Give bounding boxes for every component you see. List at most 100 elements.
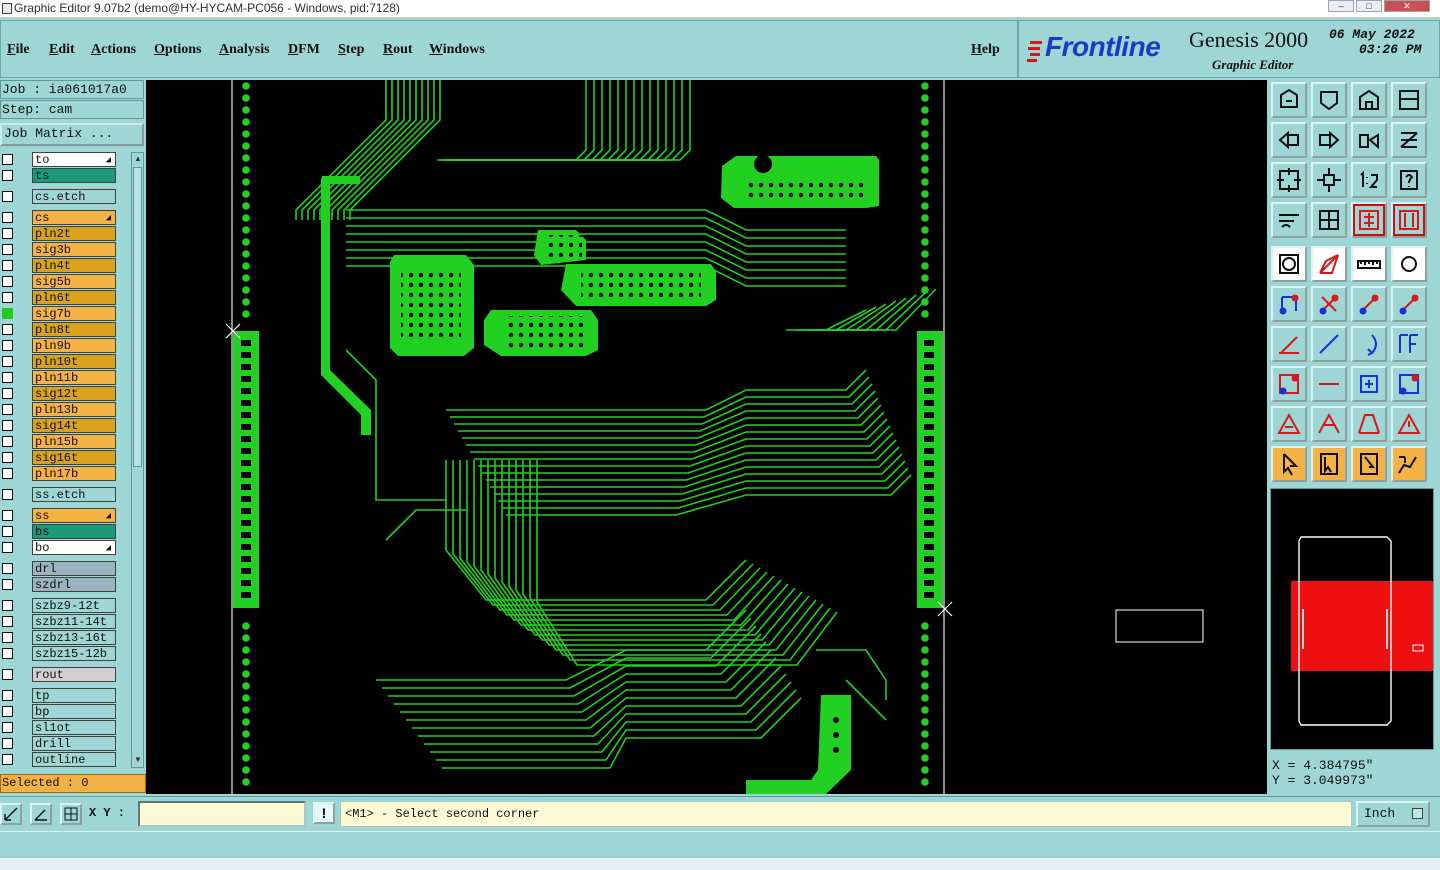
layer-checkbox[interactable]: [2, 542, 13, 553]
layer-checkbox[interactable]: [2, 404, 13, 415]
tri2-button[interactable]: [1311, 406, 1347, 442]
nodes-button[interactable]: [1271, 286, 1307, 322]
overlay-button[interactable]: [1391, 82, 1427, 118]
layer-checkbox[interactable]: [2, 600, 13, 611]
layer-checkbox[interactable]: [2, 356, 13, 367]
layer-name[interactable]: sig3b: [32, 242, 116, 257]
link2-button[interactable]: [1391, 286, 1427, 322]
layer-row-sig12t[interactable]: sig12t: [0, 386, 118, 401]
xy-input[interactable]: [138, 801, 306, 827]
scroll-thumb[interactable]: [133, 167, 142, 467]
pan-left-button[interactable]: [1271, 122, 1307, 158]
layer-row-pln6t[interactable]: pln6t: [0, 290, 118, 305]
menu-file[interactable]: File: [7, 41, 30, 59]
layers-button[interactable]: [1351, 202, 1387, 238]
layer-row-pln8t[interactable]: pln8t: [0, 322, 118, 337]
layer-row-sig14t[interactable]: sig14t: [0, 418, 118, 433]
layer-checkbox[interactable]: [2, 526, 13, 537]
layer-checkbox[interactable]: [2, 340, 13, 351]
zoom-home2-button[interactable]: [1311, 82, 1347, 118]
menu-step[interactable]: Step: [338, 41, 364, 59]
layer-name[interactable]: szdrl: [32, 577, 116, 592]
layer-row-bo[interactable]: bo ◢: [0, 540, 118, 555]
layer-checkbox[interactable]: [2, 669, 13, 680]
layer-name[interactable]: cs ◢: [32, 210, 116, 225]
layer-row-szbz15-12b[interactable]: szbz15-12b: [0, 646, 118, 661]
home-button[interactable]: [1351, 82, 1387, 118]
menu-actions[interactable]: Actions: [91, 41, 136, 59]
layer-row-pln10t[interactable]: pln10t: [0, 354, 118, 369]
layer-checkbox[interactable]: [2, 738, 13, 749]
scroll-up-icon[interactable]: ▲: [133, 154, 143, 164]
layer-checkbox[interactable]: [2, 706, 13, 717]
layer-name[interactable]: szbz15-12b: [32, 646, 116, 661]
layer-row-pln9b[interactable]: pln9b: [0, 338, 118, 353]
layer-row-pln2t[interactable]: pln2t: [0, 226, 118, 241]
fill-button[interactable]: [1271, 246, 1307, 282]
layer-checkbox[interactable]: [2, 468, 13, 479]
layer-name[interactable]: sig5b: [32, 274, 116, 289]
layer-name[interactable]: szbz9-12t: [32, 598, 116, 613]
menu-analysis[interactable]: Analysis: [219, 41, 270, 59]
layer-checkbox[interactable]: [2, 372, 13, 383]
tri4-button[interactable]: [1391, 406, 1427, 442]
layer-name[interactable]: szbz13-16t: [32, 630, 116, 645]
layer-row-szbz9-12t[interactable]: szbz9-12t: [0, 598, 118, 613]
help-button[interactable]: [1391, 162, 1427, 198]
layer-checkbox[interactable]: [2, 648, 13, 659]
layer-name[interactable]: pln11b: [32, 370, 116, 385]
pan-right-button[interactable]: [1311, 122, 1347, 158]
layer-name[interactable]: sl1ot: [32, 720, 116, 735]
layer-row-ss[interactable]: ss ◢: [0, 508, 118, 523]
layer-name[interactable]: bs: [32, 524, 116, 539]
layer-row-pln11b[interactable]: pln11b: [0, 370, 118, 385]
one-to-one-button[interactable]: [1351, 162, 1387, 198]
zoom-fit-button[interactable]: [1271, 162, 1307, 198]
layer-checkbox[interactable]: [2, 154, 13, 165]
layer-checkbox[interactable]: [2, 292, 13, 303]
layer-name[interactable]: sig14t: [32, 418, 116, 433]
cluster-button[interactable]: [1391, 366, 1427, 402]
menu-edit[interactable]: Edit: [49, 41, 75, 59]
slope-button[interactable]: [1311, 326, 1347, 362]
layer-name[interactable]: drl: [32, 561, 116, 576]
minimize-button[interactable]: –: [1328, 0, 1354, 12]
zoom-home-button[interactable]: [1271, 82, 1307, 118]
layers2-button[interactable]: [1391, 202, 1427, 238]
layer-row-szdrl[interactable]: szdrl: [0, 577, 118, 592]
overview-svg[interactable]: [1271, 489, 1434, 750]
layer-row-pln13b[interactable]: pln13b: [0, 402, 118, 417]
layer-checkbox[interactable]: [2, 510, 13, 521]
layer-name[interactable]: to ◢: [32, 152, 116, 167]
layer-name[interactable]: sig7b: [32, 306, 116, 321]
menu-options[interactable]: Options: [154, 41, 201, 59]
grid-button[interactable]: [1311, 202, 1347, 238]
layer-checkbox[interactable]: [2, 260, 13, 271]
units-dropdown[interactable]: Inch: [1356, 801, 1430, 827]
layer-row-pln4t[interactable]: pln4t: [0, 258, 118, 273]
measure-button[interactable]: [1271, 202, 1307, 238]
pointer3-button[interactable]: [1351, 446, 1387, 482]
layer-checkbox[interactable]: [2, 170, 13, 181]
layer-checkbox[interactable]: [2, 452, 13, 463]
job-matrix-button[interactable]: Job Matrix ...: [0, 123, 144, 146]
layer-checkbox[interactable]: [2, 722, 13, 733]
layer-name[interactable]: pln6t: [32, 290, 116, 305]
layer-row-rout[interactable]: rout: [0, 667, 118, 682]
layer-row-outline[interactable]: outline: [0, 752, 118, 767]
ruler-button[interactable]: [1351, 246, 1387, 282]
layer-name[interactable]: pln2t: [32, 226, 116, 241]
layer-name[interactable]: ss.etch: [32, 487, 116, 502]
pointer-button[interactable]: [1271, 446, 1307, 482]
layer-checkbox[interactable]: [2, 754, 13, 765]
layer-checkbox[interactable]: [2, 579, 13, 590]
layer-checkbox[interactable]: [2, 690, 13, 701]
flip-button[interactable]: [1351, 122, 1387, 158]
layer-row-bp[interactable]: bp: [0, 704, 118, 719]
layer-name[interactable]: pln8t: [32, 322, 116, 337]
layer-list-scrollbar[interactable]: ▲ ▼: [131, 152, 144, 768]
layer-row-drill[interactable]: drill: [0, 736, 118, 751]
layer-row-szbz11-14t[interactable]: szbz11-14t: [0, 614, 118, 629]
layer-checkbox[interactable]: [2, 244, 13, 255]
layer-name[interactable]: bp: [32, 704, 116, 719]
